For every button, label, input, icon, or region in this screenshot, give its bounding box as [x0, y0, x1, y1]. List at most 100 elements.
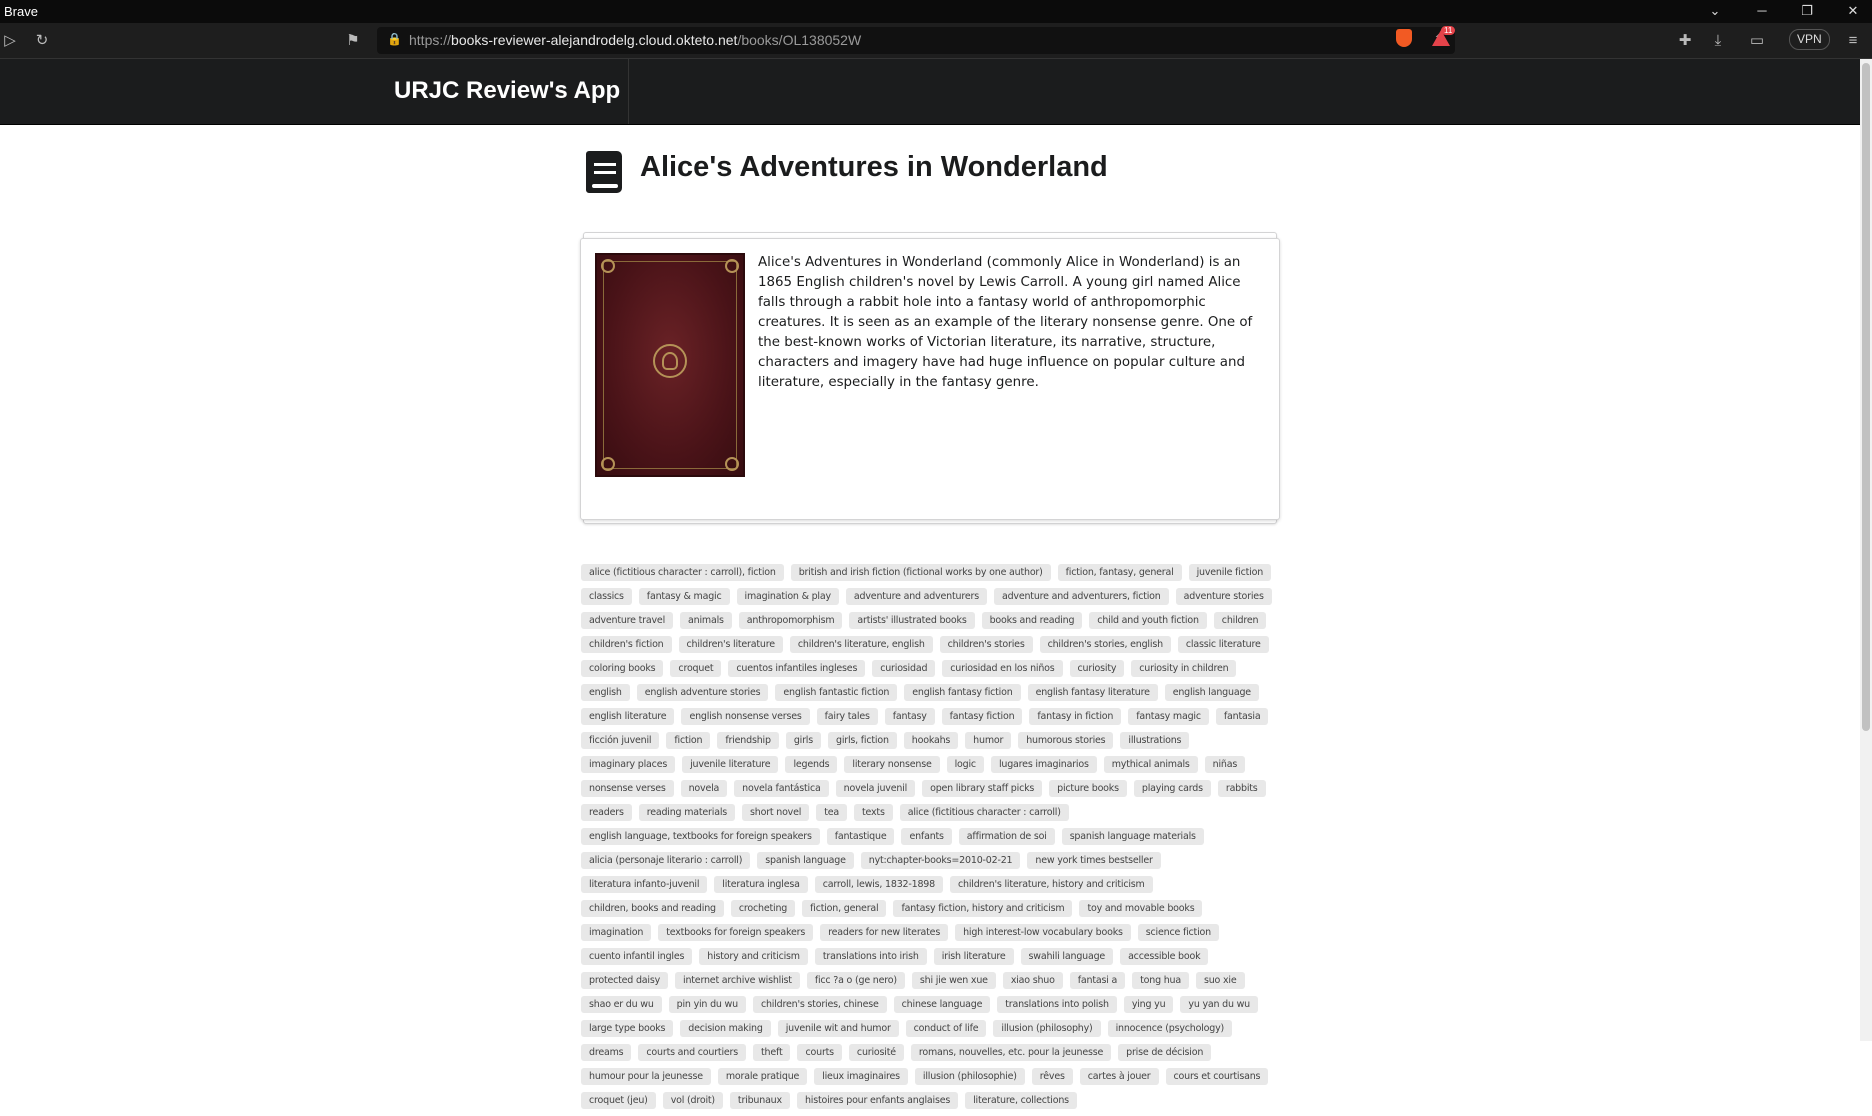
subject-tag[interactable]: tong hua: [1132, 972, 1189, 989]
subject-tag[interactable]: alicia (personaje literario : carroll): [581, 852, 751, 869]
subject-tag[interactable]: protected daisy: [581, 972, 669, 989]
subject-tag[interactable]: hookahs: [903, 732, 959, 749]
subject-tag[interactable]: fantastique: [826, 828, 895, 845]
subject-tag[interactable]: children: [1213, 612, 1267, 629]
subject-tag[interactable]: fiction, general: [802, 900, 887, 917]
subject-tag[interactable]: croquet (jeu): [581, 1092, 656, 1109]
reload-button[interactable]: ↻: [32, 31, 52, 51]
subject-tag[interactable]: books and reading: [981, 612, 1083, 629]
subject-tag[interactable]: innocence (psychology): [1107, 1020, 1233, 1037]
subject-tag[interactable]: high interest-low vocabulary books: [955, 924, 1131, 941]
subject-tag[interactable]: english fantastic fiction: [775, 684, 898, 701]
subject-tag[interactable]: children's fiction: [581, 636, 672, 653]
subject-tag[interactable]: romans, nouvelles, etc. pour la jeunesse: [910, 1044, 1112, 1061]
scrollbar[interactable]: [1860, 59, 1872, 1041]
chevron-down-icon[interactable]: ⌄: [1705, 2, 1725, 20]
subject-tag[interactable]: fiction, fantasy, general: [1057, 564, 1182, 581]
subject-tag[interactable]: cuentos infantiles ingleses: [728, 660, 866, 677]
subject-tag[interactable]: children's literature: [678, 636, 783, 653]
subject-tag[interactable]: crocheting: [730, 900, 796, 917]
subject-tag[interactable]: fantasi a: [1069, 972, 1126, 989]
minimize-button[interactable]: ─: [1752, 2, 1772, 20]
subject-tag[interactable]: english fantasy fiction: [904, 684, 1021, 701]
subject-tag[interactable]: lugares imaginarios: [990, 756, 1097, 773]
subject-tag[interactable]: croquet: [670, 660, 722, 677]
subject-tag[interactable]: internet archive wishlist: [675, 972, 800, 989]
subject-tag[interactable]: fairy tales: [816, 708, 878, 725]
subject-tag[interactable]: adventure and adventurers, fiction: [993, 588, 1169, 605]
restore-button[interactable]: ❐: [1797, 2, 1817, 20]
subject-tag[interactable]: large type books: [581, 1020, 674, 1037]
subject-tag[interactable]: coloring books: [581, 660, 664, 677]
subject-tag[interactable]: novela juvenil: [835, 780, 916, 797]
subject-tag[interactable]: novela: [680, 780, 728, 797]
subject-tag[interactable]: children's stories: [939, 636, 1033, 653]
subject-tag[interactable]: curiosité: [848, 1044, 904, 1061]
subject-tag[interactable]: prise de décision: [1118, 1044, 1212, 1061]
subject-tag[interactable]: morale pratique: [717, 1068, 808, 1085]
subject-tag[interactable]: illusion (philosophy): [993, 1020, 1101, 1037]
subject-tag[interactable]: theft: [752, 1044, 791, 1061]
subject-tag[interactable]: rabbits: [1217, 780, 1266, 797]
address-bar[interactable]: 🔒 https://books-reviewer-alejandrodelg.c…: [377, 27, 1455, 54]
subject-tag[interactable]: dreams: [581, 1044, 632, 1061]
subject-tag[interactable]: friendship: [717, 732, 779, 749]
subject-tag[interactable]: lieux imaginaires: [814, 1068, 908, 1085]
subject-tag[interactable]: juvenile literature: [682, 756, 779, 773]
subject-tag[interactable]: alice (fictitious character : carroll): [899, 804, 1069, 821]
subject-tag[interactable]: yu yan du wu: [1180, 996, 1258, 1013]
subject-tag[interactable]: curiosidad: [872, 660, 936, 677]
subject-tag[interactable]: literatura inglesa: [714, 876, 808, 893]
subject-tag[interactable]: novela fantástica: [734, 780, 829, 797]
subject-tag[interactable]: tribunaux: [729, 1092, 790, 1109]
subject-tag[interactable]: english nonsense verses: [681, 708, 810, 725]
subject-tag[interactable]: curiosity in children: [1131, 660, 1237, 677]
subject-tag[interactable]: english literature: [581, 708, 675, 725]
subject-tag[interactable]: reading materials: [638, 804, 736, 821]
subject-tag[interactable]: children's stories, english: [1039, 636, 1171, 653]
subject-tag[interactable]: logic: [946, 756, 984, 773]
subject-tag[interactable]: ficción juvenil: [581, 732, 660, 749]
subject-tag[interactable]: humor: [965, 732, 1012, 749]
subject-tag[interactable]: open library staff picks: [922, 780, 1043, 797]
subject-tag[interactable]: girls, fiction: [827, 732, 897, 749]
subject-tag[interactable]: courts and courtiers: [638, 1044, 746, 1061]
subject-tag[interactable]: nonsense verses: [581, 780, 674, 797]
subject-tag[interactable]: english language: [1164, 684, 1259, 701]
subject-tag[interactable]: enfants: [901, 828, 952, 845]
subject-tag[interactable]: animals: [680, 612, 732, 629]
menu-icon[interactable]: ≡: [1843, 31, 1863, 51]
subject-tag[interactable]: swahili language: [1020, 948, 1114, 965]
subject-tag[interactable]: adventure and adventurers: [845, 588, 987, 605]
subject-tag[interactable]: imagination & play: [736, 588, 839, 605]
subject-tag[interactable]: suo xie: [1195, 972, 1245, 989]
subject-tag[interactable]: humorous stories: [1018, 732, 1114, 749]
subject-tag[interactable]: vol (droit): [662, 1092, 723, 1109]
subject-tag[interactable]: children's literature, english: [789, 636, 933, 653]
subject-tag[interactable]: decision making: [680, 1020, 771, 1037]
subject-tag[interactable]: english language, textbooks for foreign …: [581, 828, 820, 845]
subject-tag[interactable]: chinese language: [893, 996, 991, 1013]
subject-tag[interactable]: picture books: [1049, 780, 1127, 797]
subject-tag[interactable]: imagination: [581, 924, 652, 941]
subject-tag[interactable]: conduct of life: [905, 1020, 987, 1037]
subject-tag[interactable]: artists' illustrated books: [849, 612, 975, 629]
vpn-button[interactable]: VPN: [1789, 29, 1830, 50]
subject-tag[interactable]: illustrations: [1120, 732, 1190, 749]
subject-tag[interactable]: imaginary places: [581, 756, 676, 773]
subject-tag[interactable]: cartes à jouer: [1079, 1068, 1159, 1085]
subject-tag[interactable]: humour pour la jeunesse: [581, 1068, 711, 1085]
subject-tag[interactable]: courts: [797, 1044, 842, 1061]
subject-tag[interactable]: curiosity: [1069, 660, 1125, 677]
subject-tag[interactable]: irish literature: [933, 948, 1014, 965]
subject-tag[interactable]: fantasia: [1215, 708, 1269, 725]
subject-tag[interactable]: fantasy fiction, history and criticism: [893, 900, 1073, 917]
subject-tag[interactable]: short novel: [742, 804, 810, 821]
subject-tag[interactable]: fantasy fiction: [941, 708, 1023, 725]
subject-tag[interactable]: spanish language materials: [1061, 828, 1204, 845]
subject-tag[interactable]: literatura infanto-juvenil: [581, 876, 708, 893]
download-icon[interactable]: ⤓: [1708, 31, 1728, 51]
scrollbar-thumb[interactable]: [1862, 63, 1870, 731]
subject-tag[interactable]: translations into irish: [814, 948, 927, 965]
subject-tag[interactable]: classics: [581, 588, 632, 605]
